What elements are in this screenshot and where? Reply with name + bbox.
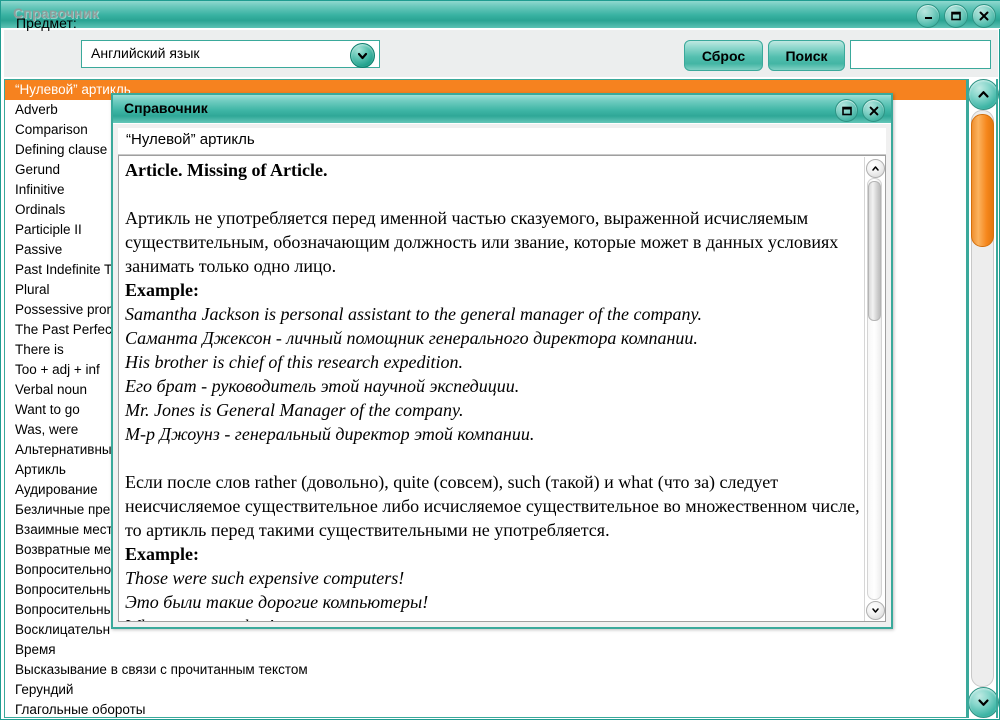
main-titlebar: Справочник [1,1,1000,29]
example-line: Those were such expensive computers! [125,568,405,588]
close-icon [979,11,989,21]
chevron-up-icon [872,166,879,171]
dialog-titlebar: Справочник [113,95,891,124]
window-controls [916,4,996,28]
subject-select-value: Английский язык [91,45,200,61]
scroll-up-button[interactable] [968,79,999,110]
maximize-button[interactable] [944,4,968,28]
list-item[interactable]: Время [5,640,966,660]
subject-label: Предмет: [16,15,77,31]
dialog-title: Справочник [124,100,208,116]
search-button[interactable]: Поиск [768,40,845,71]
scrollbar-thumb[interactable] [971,114,994,247]
reset-button[interactable]: Сброс [684,40,763,71]
list-item[interactable]: Глагольные обороты [5,700,966,717]
reference-dialog: Справочник “Нулевой” артикль Article. Mi… [111,93,893,629]
list-vertical-scrollbar[interactable] [967,79,999,718]
dialog-close-button[interactable] [862,99,885,122]
article-paragraph-2: Если после слов rather (довольно), quite… [125,472,860,540]
example-line: Samantha Jackson is personal assistant t… [125,304,702,324]
maximize-icon [951,11,961,21]
maximize-icon [841,106,852,115]
example-line: Его брат - руководитель этой научной экс… [125,376,520,396]
scroll-up-button[interactable] [866,159,885,178]
close-icon [869,106,878,115]
article-vertical-scrollbar[interactable] [864,157,885,621]
example-label-2: Example: [125,544,199,564]
minimize-icon [924,16,932,19]
application-window: Справочник Предмет: Английский язык Сбро… [0,0,1000,720]
close-button[interactable] [972,4,996,28]
dialog-heading: “Нулевой” артикль [126,131,255,148]
chevron-down-icon [872,608,879,613]
example-line: His brother is chief of this research ex… [125,352,463,372]
scroll-down-button[interactable] [968,687,999,718]
chevron-up-icon [978,91,989,98]
list-item[interactable]: Высказывание в связи с прочитанным текст… [5,660,966,680]
search-input[interactable] [850,40,991,69]
example-label-1: Example: [125,280,199,300]
minimize-button[interactable] [916,4,940,28]
example-line: Это были такие дорогие компьютеры! [125,592,429,612]
dialog-maximize-button[interactable] [835,99,858,122]
article-content-area[interactable]: Article. Missing of Article. Артикль не … [118,155,886,622]
chevron-down-icon [978,699,989,706]
subject-select[interactable]: Английский язык [81,40,380,68]
list-item[interactable]: Герундий [5,680,966,700]
article-body: Article. Missing of Article. Артикль не … [125,158,865,621]
example-line: What nasty weather! [125,614,865,621]
example-line: М-р Джоунз - генеральный директор этой к… [125,424,535,444]
scroll-down-button[interactable] [866,601,885,620]
dialog-window-controls [835,99,885,122]
example-line: Mr. Jones is General Manager of the comp… [125,400,464,420]
chevron-down-icon[interactable] [350,43,375,68]
chevron-down-glyph [357,52,368,60]
example-line: Саманта Джексон - личный помощник генера… [125,328,698,348]
article-paragraph-1: Артикль не употребляется перед именной ч… [125,208,839,276]
article-title: Article. Missing of Article. [125,160,328,180]
dialog-heading-bar: “Нулевой” артикль [118,128,886,155]
scrollbar-thumb[interactable] [868,181,881,321]
